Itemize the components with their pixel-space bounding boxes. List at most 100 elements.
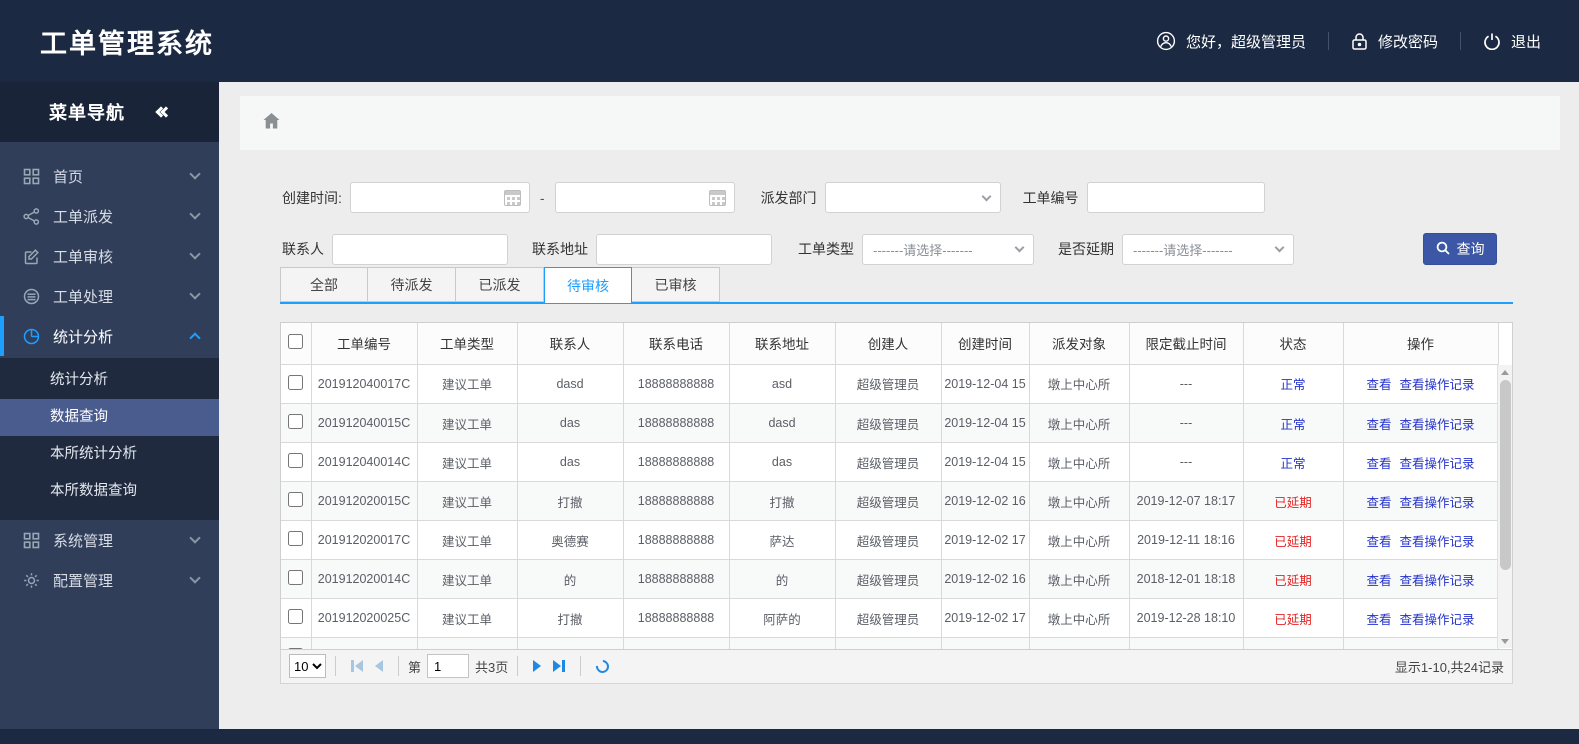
delay-select[interactable]: -------请选择------- (1122, 233, 1294, 265)
view-log-link[interactable]: 查看操作记录 (1400, 496, 1475, 510)
column-header[interactable]: 联系地址 (729, 323, 836, 365)
first-page-icon[interactable] (351, 660, 363, 672)
row-checkbox[interactable] (288, 570, 304, 585)
sidebar-submenu: 统计分析 数据查询 本所统计分析 本所数据查询 (0, 358, 219, 520)
view-log-link[interactable]: 查看操作记录 (1400, 535, 1475, 549)
sidebar-item-label: 首页 (53, 168, 84, 186)
column-header[interactable]: 工单类型 (417, 323, 518, 365)
header-divider (1327, 32, 1329, 50)
user-greeting[interactable]: 您好，超级管理员 (1156, 31, 1306, 52)
view-log-link[interactable]: 查看操作记录 (1400, 418, 1475, 432)
column-header[interactable]: 工单编号 (311, 323, 418, 365)
submenu-item[interactable]: 统计分析 (0, 362, 219, 399)
lock-icon (1351, 32, 1368, 51)
tab-item[interactable]: 已派发 (456, 267, 544, 302)
tab-item[interactable]: 已审核 (632, 267, 720, 302)
view-log-link[interactable]: 查看操作记录 (1400, 457, 1475, 471)
page-number-input[interactable] (427, 654, 470, 678)
row-checkbox[interactable] (288, 453, 304, 468)
tab-active[interactable]: 待审核 (544, 267, 632, 304)
last-page-icon[interactable] (553, 660, 566, 672)
address-input[interactable] (596, 233, 772, 265)
date-to-input[interactable] (563, 190, 709, 205)
scrollbar-thumb[interactable] (1499, 380, 1511, 570)
status-text: 正常 (1280, 417, 1306, 432)
pager-divider (517, 656, 519, 676)
view-link[interactable]: 查看 (1366, 378, 1391, 392)
refresh-icon[interactable] (593, 656, 612, 676)
view-link[interactable]: 查看 (1366, 496, 1391, 510)
sidebar-item-1[interactable]: 工单派发 (0, 196, 219, 236)
chevron-down-icon (189, 208, 201, 220)
scroll-up-icon[interactable] (1498, 365, 1512, 379)
column-header[interactable]: 联系人 (517, 323, 624, 365)
date-from-field[interactable] (349, 182, 530, 213)
column-header[interactable]: 状态 (1243, 323, 1344, 365)
edit-icon (22, 247, 40, 265)
sidebar-item-3[interactable]: 工单处理 (0, 276, 219, 316)
sidebar-item-0[interactable]: 首页 (0, 156, 219, 196)
row-checkbox[interactable] (288, 609, 304, 624)
date-to-field[interactable] (554, 182, 735, 213)
sidebar-item-5[interactable]: 系统管理 (0, 520, 219, 560)
row-checkbox[interactable] (288, 374, 304, 390)
view-log-link[interactable]: 查看操作记录 (1400, 378, 1475, 392)
view-link[interactable]: 查看 (1366, 418, 1391, 432)
scroll-down-icon[interactable] (1498, 634, 1512, 648)
search-button[interactable]: 查询 (1423, 233, 1497, 265)
share-icon (22, 207, 40, 225)
submenu-item[interactable]: 本所统计分析 (0, 436, 219, 473)
chevron-down-icon (189, 572, 201, 584)
table-row: 201912040014C 建议工单 das 18888888888 das 超级管理员 2… (281, 442, 1499, 482)
calendar-icon[interactable] (708, 189, 726, 206)
filter-row-2: 联系人 联系地址 工单类型 -------请选择------- 是否延期 ---… (282, 233, 1497, 265)
delay-value: -------请选择------- (1133, 242, 1233, 258)
order-no-input[interactable] (1086, 182, 1265, 213)
page-size-select[interactable]: 10 (289, 654, 326, 678)
sidebar-item-4[interactable]: 统计分析 (0, 316, 219, 356)
row-checkbox[interactable] (288, 648, 304, 649)
column-header[interactable]: 限定截止时间 (1129, 323, 1244, 365)
filter-row-1: 创建时间: - 派发部门 工单编号 (282, 182, 1497, 213)
select-all-checkbox[interactable] (288, 334, 304, 350)
sidebar-item-label: 工单审核 (53, 248, 114, 266)
view-log-link[interactable]: 查看操作记录 (1400, 613, 1475, 627)
user-circle-icon (1156, 31, 1176, 51)
grid-header-row: 工单编号 工单类型 联系人 联系电话 联系地址 创建人 创建时间 派发对象 限定截止时间 状态 操作 (281, 323, 1499, 365)
order-type-select[interactable]: -------请选择------- (862, 233, 1034, 265)
grid-icon (22, 167, 40, 185)
column-header[interactable]: 创建时间 (941, 323, 1030, 365)
dispatch-dept-select[interactable] (824, 182, 1001, 213)
calendar-icon[interactable] (503, 189, 521, 206)
submenu-item[interactable]: 本所数据查询 (0, 473, 219, 510)
column-header[interactable]: 操作 (1343, 323, 1499, 365)
view-link[interactable]: 查看 (1366, 535, 1391, 549)
change-password-link[interactable]: 修改密码 (1351, 31, 1438, 52)
column-header[interactable]: 派发对象 (1029, 323, 1130, 365)
double-chevron-left-icon[interactable] (155, 106, 172, 118)
contact-input[interactable] (332, 233, 508, 265)
vertical-scrollbar[interactable] (1497, 365, 1512, 648)
sidebar-item-2[interactable]: 工单审核 (0, 236, 219, 276)
home-icon[interactable] (262, 112, 281, 135)
row-checkbox[interactable] (288, 531, 304, 546)
table-row: 201912040015C 建议工单 das 18888888888 dasd 超级管理员… (281, 403, 1499, 443)
view-log-link[interactable]: 查看操作记录 (1400, 574, 1475, 588)
row-checkbox[interactable] (288, 492, 304, 507)
view-link[interactable]: 查看 (1366, 613, 1391, 627)
column-header[interactable]: 联系电话 (623, 323, 730, 365)
row-checkbox[interactable] (288, 414, 304, 429)
column-header[interactable]: 创建人 (835, 323, 942, 365)
app-window: 工单管理系统 您好，超级管理员 修改密码 退出 菜单导航 首页 工单派发 工单审… (0, 0, 1579, 744)
date-from-input[interactable] (358, 190, 504, 205)
logout-link[interactable]: 退出 (1483, 31, 1541, 52)
tab-item[interactable]: 待派发 (368, 267, 456, 302)
tab-item[interactable]: 全部 (280, 267, 368, 302)
view-link[interactable]: 查看 (1366, 574, 1391, 588)
table-row: 201912020014C 建议工单的 18888888888 的超级管理员 2019-… (281, 559, 1499, 599)
next-page-icon[interactable] (533, 660, 542, 672)
submenu-item[interactable]: 数据查询 (0, 399, 219, 436)
sidebar-item-6[interactable]: 配置管理 (0, 560, 219, 600)
view-link[interactable]: 查看 (1366, 457, 1391, 471)
prev-page-icon[interactable] (375, 660, 383, 672)
